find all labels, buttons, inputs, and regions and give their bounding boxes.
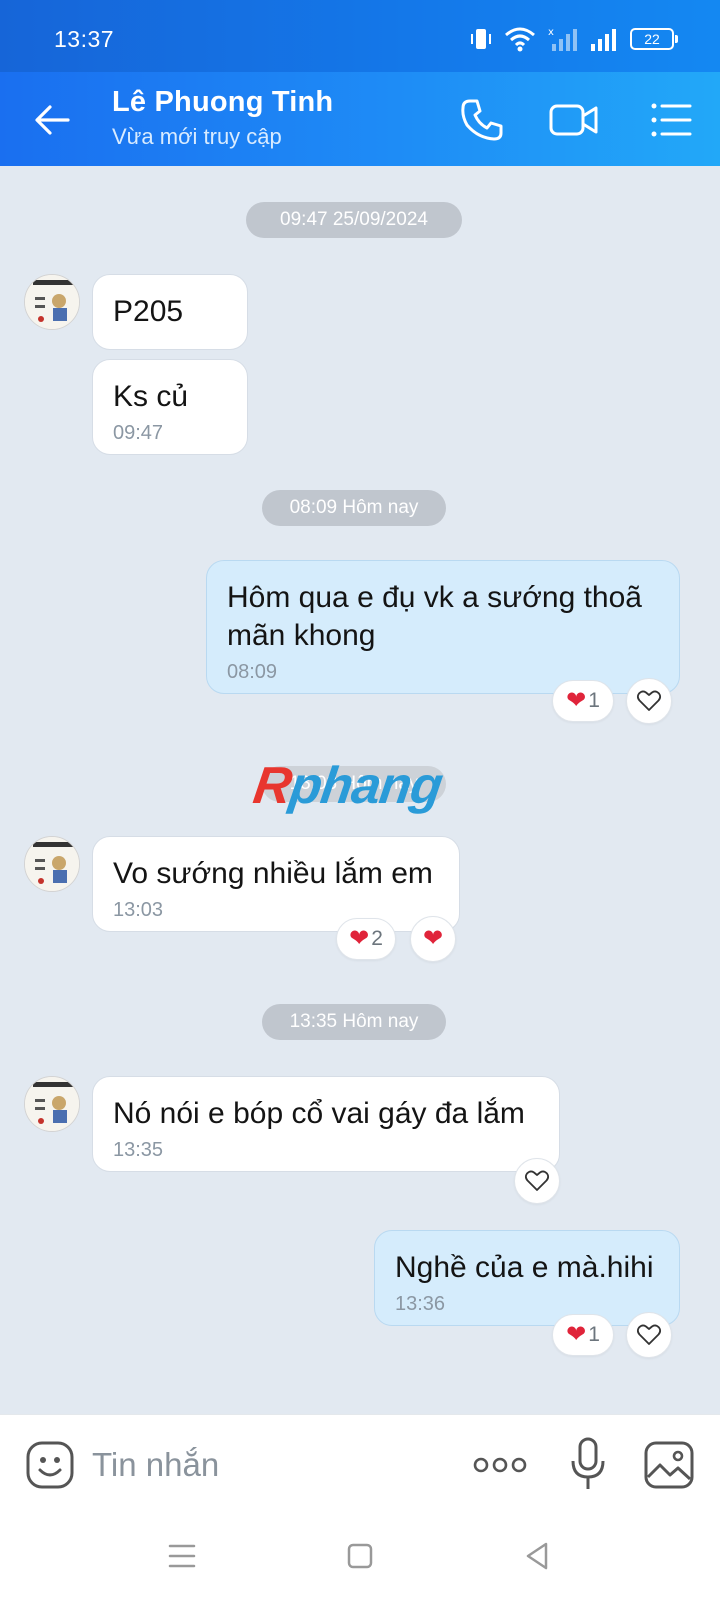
date-separator: 08:09 Hôm nay: [262, 490, 446, 526]
message-composer: [0, 1414, 720, 1514]
avatar[interactable]: [24, 836, 80, 892]
message-text: P205: [113, 295, 184, 328]
emoji-button[interactable]: [24, 1439, 76, 1491]
message-bubble[interactable]: Nó nói e bóp cổ vai gáy đa lắm 13:35: [92, 1076, 560, 1172]
arrow-left-icon: [35, 105, 70, 135]
system-back-button[interactable]: [518, 1536, 558, 1576]
avatar[interactable]: [24, 274, 80, 330]
video-call-button[interactable]: [548, 94, 600, 146]
reaction-count: 1: [588, 1323, 600, 1346]
react-button[interactable]: [626, 678, 672, 724]
menu-lines-icon: [168, 1544, 196, 1568]
video-camera-icon: [549, 104, 598, 136]
watermark-logo: Rphang: [250, 756, 446, 816]
status-bar: 13:37 x 22: [0, 0, 720, 72]
voice-record-button[interactable]: [568, 1435, 608, 1495]
avatar[interactable]: [24, 1076, 80, 1132]
avatar-image: [25, 275, 79, 329]
heart-outline-icon: [636, 1324, 662, 1345]
phone-icon: [461, 99, 503, 141]
react-button[interactable]: ❤: [410, 916, 456, 962]
microphone-icon: [571, 1437, 605, 1489]
signal-strong-icon: [591, 29, 616, 51]
message-time: 13:36: [395, 1293, 446, 1315]
ellipsis-icon: [473, 1457, 527, 1473]
message-text: Nó nói e bóp cổ vai gáy đa lắm: [113, 1097, 525, 1130]
message-bubble[interactable]: Hôm qua e đụ vk a sướng thoã mãn khong 0…: [206, 560, 680, 694]
message-text: Nghề của e mà.hihi: [395, 1251, 654, 1284]
home-button[interactable]: [340, 1536, 380, 1576]
message-time: 13:35: [113, 1139, 164, 1161]
vibrate-icon: [471, 29, 491, 49]
reaction-count: 1: [588, 689, 600, 712]
watermark-part-b: phang: [286, 757, 446, 815]
message-bubble[interactable]: P205: [92, 274, 248, 350]
smiley-icon: [26, 1441, 74, 1489]
signal-weak-icon: x: [548, 27, 577, 51]
avatar-image: [25, 1077, 79, 1131]
battery-icon: 22: [630, 28, 678, 50]
call-button[interactable]: [456, 94, 508, 146]
list-menu-icon: [651, 103, 692, 137]
status-icons: x 22: [470, 24, 678, 54]
heart-outline-icon: [524, 1170, 550, 1191]
message-bubble[interactable]: Ks củ 09:47: [92, 359, 248, 455]
gallery-button[interactable]: [642, 1439, 696, 1491]
contact-name[interactable]: Lê Phuong Tinh: [112, 86, 333, 119]
message-text: Vo sướng nhiều lắm em: [113, 857, 433, 890]
chat-thread[interactable]: 09:47 25/09/2024 P205 Ks củ 09:47 08:09 …: [0, 166, 720, 1414]
reaction-summary[interactable]: ❤ 1: [552, 1314, 614, 1356]
options-menu-button[interactable]: [646, 94, 698, 146]
heart-icon: ❤: [422, 925, 444, 952]
heart-icon: ❤: [566, 687, 587, 714]
message-time: 13:03: [113, 899, 164, 921]
date-separator: 09:47 25/09/2024: [246, 202, 462, 238]
svg-text:x: x: [548, 27, 554, 38]
reaction-count: 2: [371, 927, 383, 950]
message-input[interactable]: [92, 1443, 432, 1487]
back-button[interactable]: [28, 96, 76, 144]
system-navigation-bar: [0, 1514, 720, 1600]
heart-icon: ❤: [349, 925, 370, 952]
message-time: 09:47: [113, 422, 164, 444]
reaction-summary[interactable]: ❤ 2: [336, 918, 396, 960]
message-bubble[interactable]: Nghề của e mà.hihi 13:36: [374, 1230, 680, 1326]
react-button[interactable]: [514, 1158, 560, 1204]
heart-outline-icon: [636, 690, 662, 711]
message-bubble[interactable]: Vo sướng nhiều lắm em 13:03: [92, 836, 460, 932]
recent-apps-button[interactable]: [162, 1536, 202, 1576]
chat-header: Lê Phuong Tinh Vừa mới truy cập: [0, 72, 720, 166]
more-options-button[interactable]: [472, 1451, 528, 1479]
contact-status: Vừa mới truy cập: [112, 124, 282, 149]
reaction-summary[interactable]: ❤ 1: [552, 680, 614, 722]
message-text: Hôm qua e đụ vk a sướng thoã mãn khong: [227, 581, 642, 652]
avatar-image: [25, 837, 79, 891]
square-icon: [347, 1543, 373, 1569]
image-icon: [644, 1441, 694, 1489]
status-time: 13:37: [54, 26, 115, 52]
react-button[interactable]: [626, 1312, 672, 1358]
wifi-icon: [505, 27, 535, 52]
date-separator: 13:35 Hôm nay: [262, 1004, 446, 1040]
heart-icon: ❤: [566, 1321, 587, 1348]
message-text: Ks củ: [113, 380, 189, 413]
triangle-back-icon: [526, 1542, 548, 1570]
